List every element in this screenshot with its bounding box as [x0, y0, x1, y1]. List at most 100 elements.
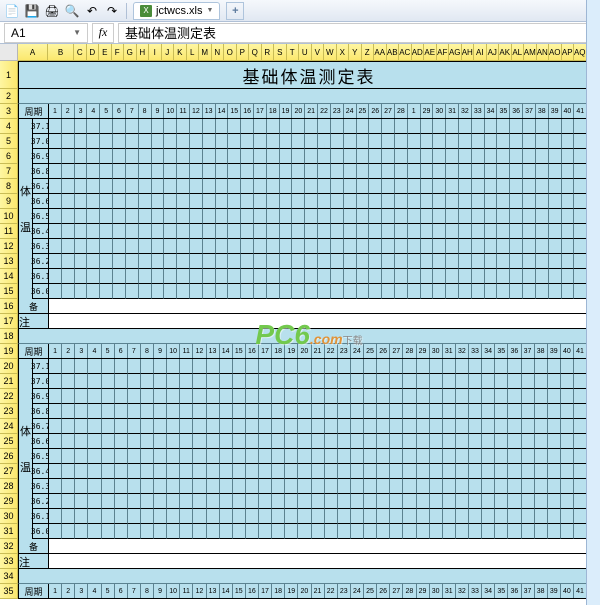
grid-cell[interactable] — [549, 284, 562, 299]
column-header-AM[interactable]: AM — [524, 44, 537, 61]
grid-cell[interactable] — [562, 254, 575, 269]
print-icon[interactable]: 🖨 — [44, 3, 60, 19]
grid-cell[interactable] — [177, 209, 190, 224]
column-header-N[interactable]: N — [212, 44, 225, 61]
grid-cell[interactable] — [75, 524, 88, 539]
grid-cell[interactable] — [228, 239, 241, 254]
grid-cell[interactable] — [364, 464, 377, 479]
row-header-7[interactable]: 7 — [0, 164, 18, 179]
grid-cell[interactable] — [75, 134, 88, 149]
grid-cell[interactable] — [154, 434, 167, 449]
grid-cell[interactable] — [233, 479, 246, 494]
row-header-33[interactable]: 33 — [0, 554, 18, 569]
grid-cell[interactable] — [220, 494, 233, 509]
grid-cell[interactable] — [87, 209, 100, 224]
grid-cell[interactable] — [344, 134, 357, 149]
grid-cell[interactable] — [382, 224, 395, 239]
grid-cell[interactable] — [351, 494, 364, 509]
grid-cell[interactable] — [267, 269, 280, 284]
grid-cell[interactable] — [177, 254, 190, 269]
grid-cell[interactable] — [561, 494, 574, 509]
grid-cell[interactable] — [292, 269, 305, 284]
grid-cell[interactable] — [100, 284, 113, 299]
grid-cell[interactable] — [128, 524, 141, 539]
grid-cell[interactable] — [220, 374, 233, 389]
grid-cell[interactable] — [152, 269, 165, 284]
grid-cell[interactable] — [285, 494, 298, 509]
grid-cell[interactable] — [228, 194, 241, 209]
grid-cell[interactable] — [377, 404, 390, 419]
grid-cell[interactable] — [535, 509, 548, 524]
column-header-B[interactable]: B — [48, 44, 74, 61]
grid-cell[interactable] — [62, 164, 75, 179]
grid-cell[interactable] — [523, 179, 536, 194]
grid-cell[interactable] — [128, 374, 141, 389]
grid-cell[interactable] — [446, 254, 459, 269]
grid-cell[interactable] — [456, 494, 469, 509]
grid-cell[interactable] — [472, 284, 485, 299]
grid-cell[interactable] — [443, 359, 456, 374]
grid-cell[interactable] — [207, 479, 220, 494]
grid-cell[interactable] — [241, 209, 254, 224]
grid-cell[interactable] — [421, 269, 434, 284]
grid-cell[interactable] — [228, 284, 241, 299]
row-header-15[interactable]: 15 — [0, 284, 18, 299]
grid-cell[interactable] — [459, 164, 472, 179]
grid-cell[interactable] — [446, 239, 459, 254]
grid-cell[interactable] — [495, 524, 508, 539]
grid-cell[interactable] — [259, 374, 272, 389]
grid-cell[interactable] — [254, 284, 267, 299]
grid-cell[interactable] — [177, 269, 190, 284]
grid-cell[interactable] — [338, 524, 351, 539]
grid-cell[interactable] — [190, 254, 203, 269]
grid-cell[interactable] — [190, 269, 203, 284]
grid-cell[interactable] — [377, 389, 390, 404]
grid-cell[interactable] — [88, 524, 101, 539]
grid-cell[interactable] — [267, 164, 280, 179]
grid-cell[interactable] — [62, 464, 75, 479]
column-header-T[interactable]: T — [287, 44, 300, 61]
grid-cell[interactable] — [305, 134, 318, 149]
grid-cell[interactable] — [241, 179, 254, 194]
grid-cell[interactable] — [62, 389, 75, 404]
save-icon[interactable]: 💾 — [24, 3, 40, 19]
grid-cell[interactable] — [495, 464, 508, 479]
grid-cell[interactable] — [344, 179, 357, 194]
grid-cell[interactable] — [259, 434, 272, 449]
grid-cell[interactable] — [126, 194, 139, 209]
grid-cell[interactable] — [102, 449, 115, 464]
grid-cell[interactable] — [75, 509, 88, 524]
grid-cell[interactable] — [216, 209, 229, 224]
grid-cell[interactable] — [443, 479, 456, 494]
grid-cell[interactable] — [164, 239, 177, 254]
grid-cell[interactable] — [364, 479, 377, 494]
row-header-21[interactable]: 21 — [0, 374, 18, 389]
grid-cell[interactable] — [344, 269, 357, 284]
grid-cell[interactable] — [522, 449, 535, 464]
grid-cell[interactable] — [246, 434, 259, 449]
grid-cell[interactable] — [331, 134, 344, 149]
grid-cell[interactable] — [508, 404, 521, 419]
grid-cell[interactable] — [75, 479, 88, 494]
column-header-K[interactable]: K — [174, 44, 187, 61]
grid-cell[interactable] — [446, 134, 459, 149]
grid-cell[interactable] — [472, 209, 485, 224]
grid-cell[interactable] — [154, 449, 167, 464]
grid-cell[interactable] — [408, 269, 421, 284]
grid-cell[interactable] — [113, 239, 126, 254]
grid-cell[interactable] — [115, 524, 128, 539]
grid-cell[interactable] — [207, 389, 220, 404]
grid-cell[interactable] — [408, 194, 421, 209]
grid-cell[interactable] — [254, 194, 267, 209]
grid-cell[interactable] — [113, 209, 126, 224]
row-header-3[interactable]: 3 — [0, 104, 18, 119]
grid-cell[interactable] — [115, 464, 128, 479]
grid-cell[interactable] — [75, 374, 88, 389]
grid-cell[interactable] — [193, 359, 206, 374]
grid-cell[interactable] — [522, 479, 535, 494]
grid-cell[interactable] — [305, 194, 318, 209]
grid-cell[interactable] — [469, 359, 482, 374]
grid-cell[interactable] — [536, 134, 549, 149]
grid-cell[interactable] — [561, 479, 574, 494]
grid-cell[interactable] — [446, 194, 459, 209]
